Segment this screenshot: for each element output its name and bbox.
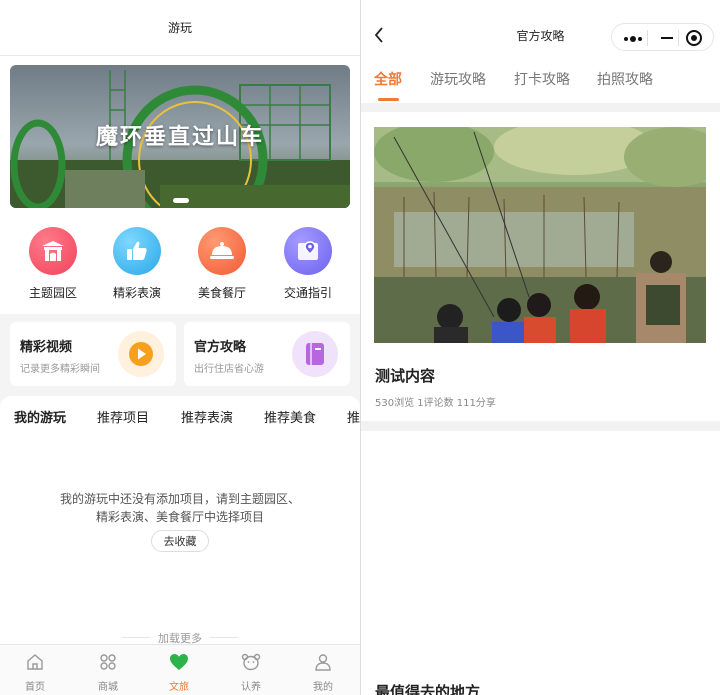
entry-traffic-guide[interactable]: 交通指引 (268, 227, 348, 301)
entry-restaurants[interactable]: 美食餐厅 (182, 227, 262, 301)
tabbar-label: 文旅 (169, 682, 189, 693)
my-play-section: 我的游玩 推荐项目 推荐表演 推荐美食 推 我的游玩中还没有添加项目，请到主题园… (0, 396, 360, 645)
entry-theme-park[interactable]: 主题园区 (13, 227, 93, 301)
banner-title: 魔环垂直过山车 (95, 125, 264, 150)
dish-cover-icon (198, 227, 246, 275)
tab-recommended-projects[interactable]: 推荐项目 (97, 407, 149, 426)
tabbar-label: 认养 (241, 682, 261, 693)
map-pin-icon (284, 227, 332, 275)
book-icon (292, 331, 338, 377)
go-collect-button[interactable]: 去收藏 (151, 530, 209, 552)
more-icon[interactable] (621, 31, 645, 45)
person-icon (293, 652, 353, 672)
tab-more[interactable]: 推 (347, 407, 360, 426)
nav-bar: 游玩 (0, 0, 360, 56)
article-image (374, 127, 706, 343)
tabbar-label: 首页 (25, 682, 45, 693)
entry-label: 美食餐厅 (197, 286, 246, 300)
close-target-icon[interactable] (686, 30, 702, 46)
tab-photo-guide[interactable]: 拍照攻略 (597, 69, 653, 89)
right-screen: 官方攻略 全部 游玩攻略 打卡攻略 拍照攻略 测试内容 530浏览 1评论数 1… (361, 0, 720, 695)
tab-all[interactable]: 全部 (374, 69, 402, 89)
entry-label: 精彩表演 (112, 286, 161, 300)
active-tab-indicator (378, 98, 399, 101)
next-article-card[interactable]: 最值得去的地方 (361, 431, 720, 695)
heart-icon (149, 652, 209, 672)
gate-icon (29, 227, 77, 275)
minimize-icon[interactable] (661, 37, 673, 39)
tabbar-label: 商城 (98, 682, 118, 693)
home-icon (5, 652, 65, 672)
card-subtitle: 记录更多精彩瞬间 (20, 364, 100, 375)
entry-label: 交通指引 (283, 286, 332, 300)
guide-category-tabs: 全部 游玩攻略 打卡攻略 拍照攻略 (361, 56, 720, 103)
card-title: 精彩视频 (20, 340, 73, 355)
tab-play-guide[interactable]: 游玩攻略 (430, 69, 486, 89)
empty-line: 我的游玩中还没有添加项目，请到主题园区、 (59, 492, 300, 506)
article-card[interactable]: 测试内容 530浏览 1评论数 111分享 (361, 112, 720, 421)
tabbar-shop[interactable]: 商城 (78, 652, 138, 693)
page-title: 游玩 (167, 21, 192, 35)
banner-carousel[interactable]: 魔环垂直过山车 (10, 65, 350, 208)
tab-checkin-guide[interactable]: 打卡攻略 (514, 69, 570, 89)
article-stats: 530浏览 1评论数 111分享 (375, 398, 496, 409)
grid-icon (78, 652, 138, 672)
tabbar-home[interactable]: 首页 (5, 652, 65, 693)
tabbar-culture-travel[interactable]: 文旅 (149, 652, 209, 693)
thumbs-up-icon (113, 227, 161, 275)
tab-recommended-food[interactable]: 推荐美食 (264, 407, 316, 426)
bottom-tab-bar: 首页 商城 文旅 认养 我的 (0, 644, 360, 695)
tabbar-adopt[interactable]: 认养 (221, 652, 281, 693)
bear-icon (221, 652, 281, 672)
tabbar-mine[interactable]: 我的 (293, 652, 353, 693)
carousel-indicator (173, 198, 189, 203)
tab-my-play[interactable]: 我的游玩 (14, 407, 66, 426)
left-screen: 游玩 魔环垂直过山车 主题园区 精彩表演 美食餐厅 交通指引 精彩视频 记录更多… (0, 0, 360, 695)
card-official-guide[interactable]: 官方攻略 出行住店省心游 (184, 322, 350, 386)
play-icon (118, 331, 164, 377)
quick-entry-grid: 主题园区 精彩表演 美食餐厅 交通指引 (0, 218, 360, 314)
card-videos[interactable]: 精彩视频 记录更多精彩瞬间 (10, 322, 176, 386)
capsule-divider (647, 30, 648, 46)
article-title: 测试内容 (375, 367, 436, 385)
tabbar-label: 我的 (313, 682, 333, 693)
nav-bar: 官方攻略 (361, 0, 720, 56)
entry-performances[interactable]: 精彩表演 (97, 227, 177, 301)
empty-line: 精彩表演、美食餐厅中选择项目 (95, 510, 264, 524)
capsule-divider (678, 30, 679, 46)
entry-label: 主题园区 (28, 286, 77, 300)
mini-program-capsule (611, 23, 714, 51)
section-title: 最值得去的地方 (375, 683, 481, 695)
card-subtitle: 出行住店省心游 (194, 364, 264, 375)
empty-message: 我的游玩中还没有添加项目，请到主题园区、 精彩表演、美食餐厅中选择项目 (20, 490, 340, 526)
card-title: 官方攻略 (194, 340, 247, 355)
feature-cards: 精彩视频 记录更多精彩瞬间 官方攻略 出行住店省心游 (0, 314, 360, 394)
tab-recommended-shows[interactable]: 推荐表演 (181, 407, 233, 426)
